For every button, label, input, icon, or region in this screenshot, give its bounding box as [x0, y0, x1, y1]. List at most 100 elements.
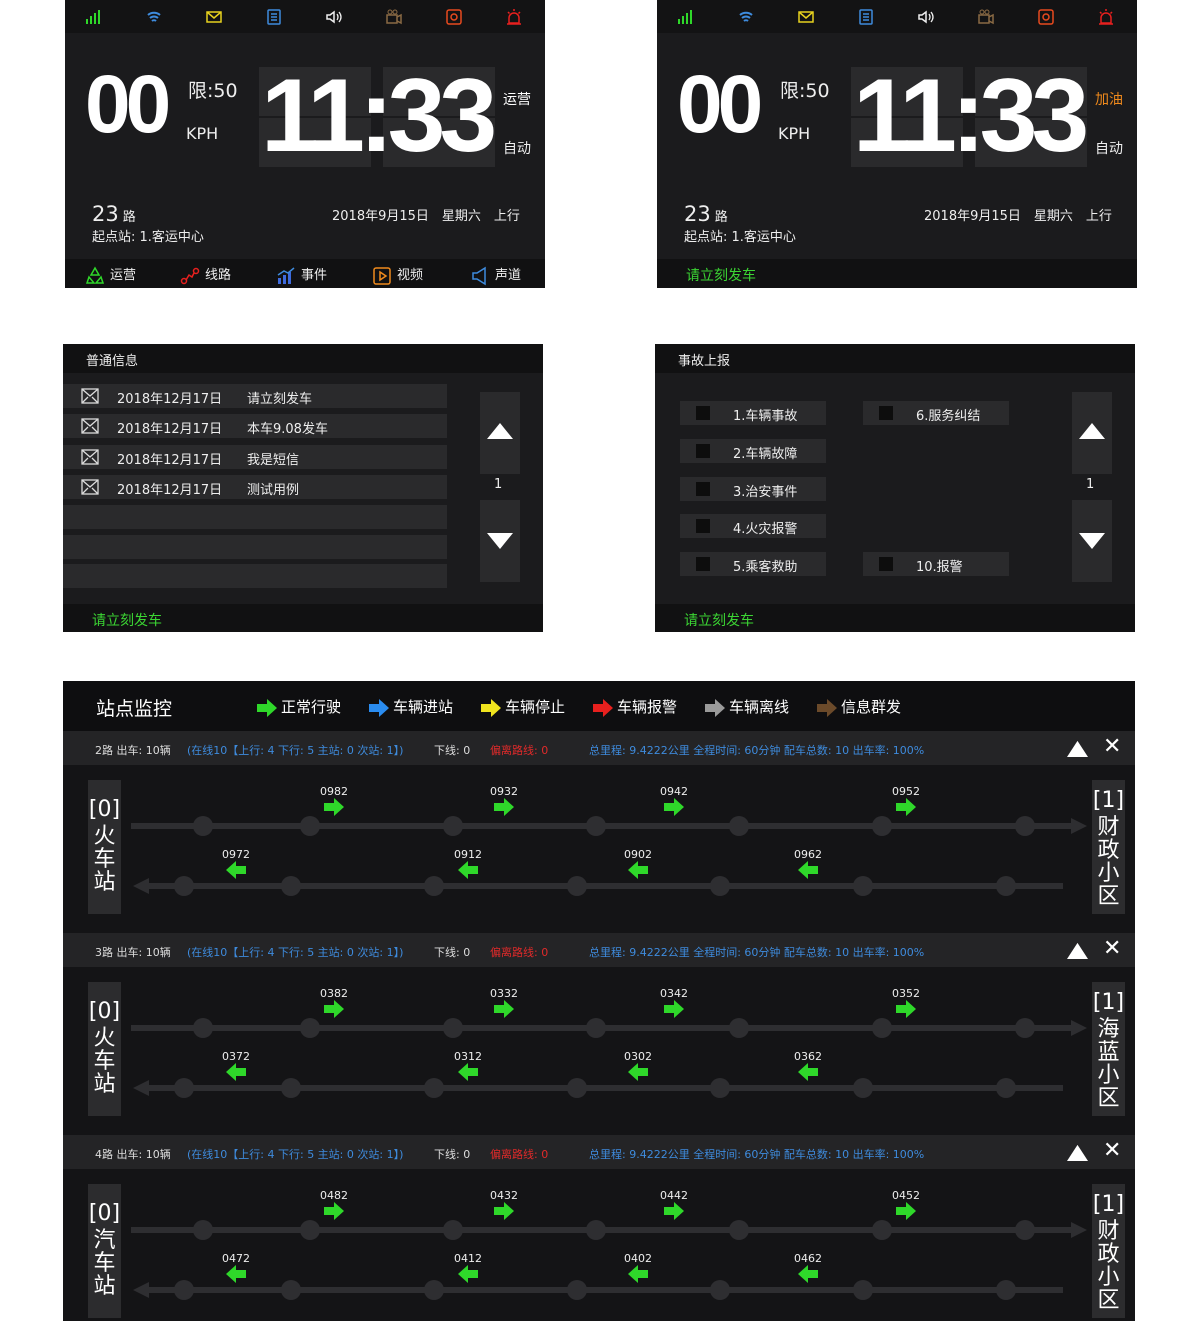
accident-option[interactable]: 4.火灾报警 [680, 514, 826, 538]
dispatch-message: 请立刻发车 [684, 613, 754, 629]
down-arrow-icon [487, 533, 513, 549]
start-station[interactable]: [0] 汽车站 [88, 1184, 121, 1318]
message-row[interactable]: 2018年12月17日 测试用例 [63, 475, 447, 499]
bus-marker-up[interactable]: 0452 [886, 1189, 926, 1223]
close-icon[interactable]: ✕ [1103, 1140, 1121, 1162]
close-icon[interactable]: ✕ [1103, 938, 1121, 960]
close-icon[interactable]: ✕ [1103, 736, 1121, 758]
route-deviation: 偏离路线: 0 [490, 744, 549, 757]
scroll-up-button[interactable] [1072, 392, 1112, 474]
legend-label: 正常行驶 [281, 698, 342, 716]
bus-id: 0432 [490, 1189, 518, 1202]
clock-hour: 11 [261, 58, 365, 174]
bus-marker-up[interactable]: 0342 [654, 987, 694, 1021]
route-number: 23 路 [684, 202, 728, 226]
accident-option[interactable]: 5.乘客救助 [680, 552, 826, 576]
bus-marker-down[interactable]: 0412 [448, 1252, 488, 1286]
stop-node [1015, 816, 1035, 836]
accident-option[interactable]: 10.报警 [863, 552, 1009, 576]
checkbox[interactable] [696, 444, 710, 458]
bus-marker-down[interactable]: 0312 [448, 1050, 488, 1084]
message-row[interactable]: 2018年12月17日 我是短信 [63, 445, 447, 469]
bus-id: 0352 [892, 987, 920, 1000]
bus-marker-up[interactable]: 0982 [314, 785, 354, 819]
nav-audio[interactable]: 声道 [470, 264, 521, 286]
bus-marker-up[interactable]: 0482 [314, 1189, 354, 1223]
route-offline: 下线: 0 [434, 744, 471, 757]
scroll-down-button[interactable] [1072, 500, 1112, 582]
panel-header: 事故上报 [655, 344, 1135, 373]
checkbox[interactable] [696, 519, 710, 533]
nav-event[interactable]: 事件 [276, 264, 327, 286]
bus-marker-down[interactable]: 0912 [448, 848, 488, 882]
bus-marker-down[interactable]: 0972 [216, 848, 256, 882]
bus-marker-down[interactable]: 0902 [618, 848, 658, 882]
bus-marker-up[interactable]: 0352 [886, 987, 926, 1021]
scroll-down-button[interactable] [480, 500, 520, 582]
bus-marker-down[interactable]: 0462 [788, 1252, 828, 1286]
bus-marker-down[interactable]: 0472 [216, 1252, 256, 1286]
bottom-message-bar: 请立刻发车 [657, 259, 1137, 288]
option-label: 3.治安事件 [733, 485, 798, 500]
bus-marker-down[interactable]: 0302 [618, 1050, 658, 1084]
end-station[interactable]: [1] 海蓝小区 [1092, 982, 1125, 1116]
nav-route[interactable]: 线路 [180, 264, 231, 286]
bus-id: 0472 [222, 1252, 250, 1265]
stop-node [853, 876, 873, 896]
bus-marker-down[interactable]: 0362 [788, 1050, 828, 1084]
end-name: 财政小区 [1097, 815, 1120, 909]
date: 2018年9月15日 [332, 209, 429, 224]
start-station[interactable]: [0] 火车站 [88, 982, 121, 1116]
clock: 11:33 [853, 64, 1089, 168]
collapse-button[interactable] [1067, 942, 1088, 959]
route-online: (在线10【上行: 4 下行: 5 主站: 0 次站: 1】) [187, 1148, 404, 1161]
accident-option[interactable]: 6.服务纠结 [863, 401, 1009, 425]
dispatch-mode: 自动 [1095, 141, 1123, 157]
page-number: 1 [1086, 477, 1095, 492]
scroll-up-button[interactable] [480, 392, 520, 474]
collapse-button[interactable] [1067, 1144, 1088, 1161]
bus-marker-down[interactable]: 0402 [618, 1252, 658, 1286]
message-text: 我是短信 [247, 453, 300, 468]
bus-marker-up[interactable]: 0332 [484, 987, 524, 1021]
nav-operation[interactable]: 运营 [85, 264, 136, 286]
bus-arrow-icon [896, 1202, 916, 1220]
bus-arrow-icon [324, 1202, 344, 1220]
bus-marker-up[interactable]: 0932 [484, 785, 524, 819]
checkbox[interactable] [696, 482, 710, 496]
message-row[interactable]: 2018年12月17日 本车9.08发车 [63, 414, 447, 438]
collapse-button[interactable] [1067, 740, 1088, 757]
bus-marker-up[interactable]: 0432 [484, 1189, 524, 1223]
bus-marker-down[interactable]: 0372 [216, 1050, 256, 1084]
bus-id: 0962 [794, 848, 822, 861]
stop-node [193, 1220, 213, 1240]
envelope-icon [81, 479, 99, 495]
message-date: 2018年12月17日 [117, 392, 223, 407]
accident-option[interactable]: 1.车辆事故 [680, 401, 826, 425]
checkbox[interactable] [879, 406, 893, 420]
speed-value: 00 [85, 59, 171, 150]
stop-node [1015, 1018, 1035, 1038]
bus-marker-up[interactable]: 0442 [654, 1189, 694, 1223]
route-track-area: 0482 0432 0442 0452 0472 0412 0402 0462 [0] 汽车站 [1… [63, 1169, 1135, 1321]
disk-icon [1038, 9, 1054, 25]
bus-marker-up[interactable]: 0952 [886, 785, 926, 819]
accident-option[interactable]: 3.治安事件 [680, 477, 826, 501]
end-station[interactable]: [1] 财政小区 [1092, 1184, 1125, 1318]
bus-arrow-icon [628, 1063, 648, 1081]
bus-marker-up[interactable]: 0382 [314, 987, 354, 1021]
bus-marker-down[interactable]: 0962 [788, 848, 828, 882]
legend-arrow-icon [705, 698, 725, 717]
bus-marker-up[interactable]: 0942 [654, 785, 694, 819]
checkbox[interactable] [696, 406, 710, 420]
start-station[interactable]: [0] 火车站 [88, 780, 121, 914]
stop-node [300, 1220, 320, 1240]
up-line-arrow [1071, 818, 1087, 834]
end-station[interactable]: [1] 财政小区 [1092, 780, 1125, 914]
checkbox[interactable] [696, 557, 710, 571]
accident-option[interactable]: 2.车辆故障 [680, 439, 826, 463]
legend-item: 正常行驶 [255, 696, 341, 717]
message-row[interactable]: 2018年12月17日 请立刻发车 [63, 384, 447, 408]
nav-video[interactable]: 视频 [372, 264, 423, 286]
checkbox[interactable] [879, 557, 893, 571]
